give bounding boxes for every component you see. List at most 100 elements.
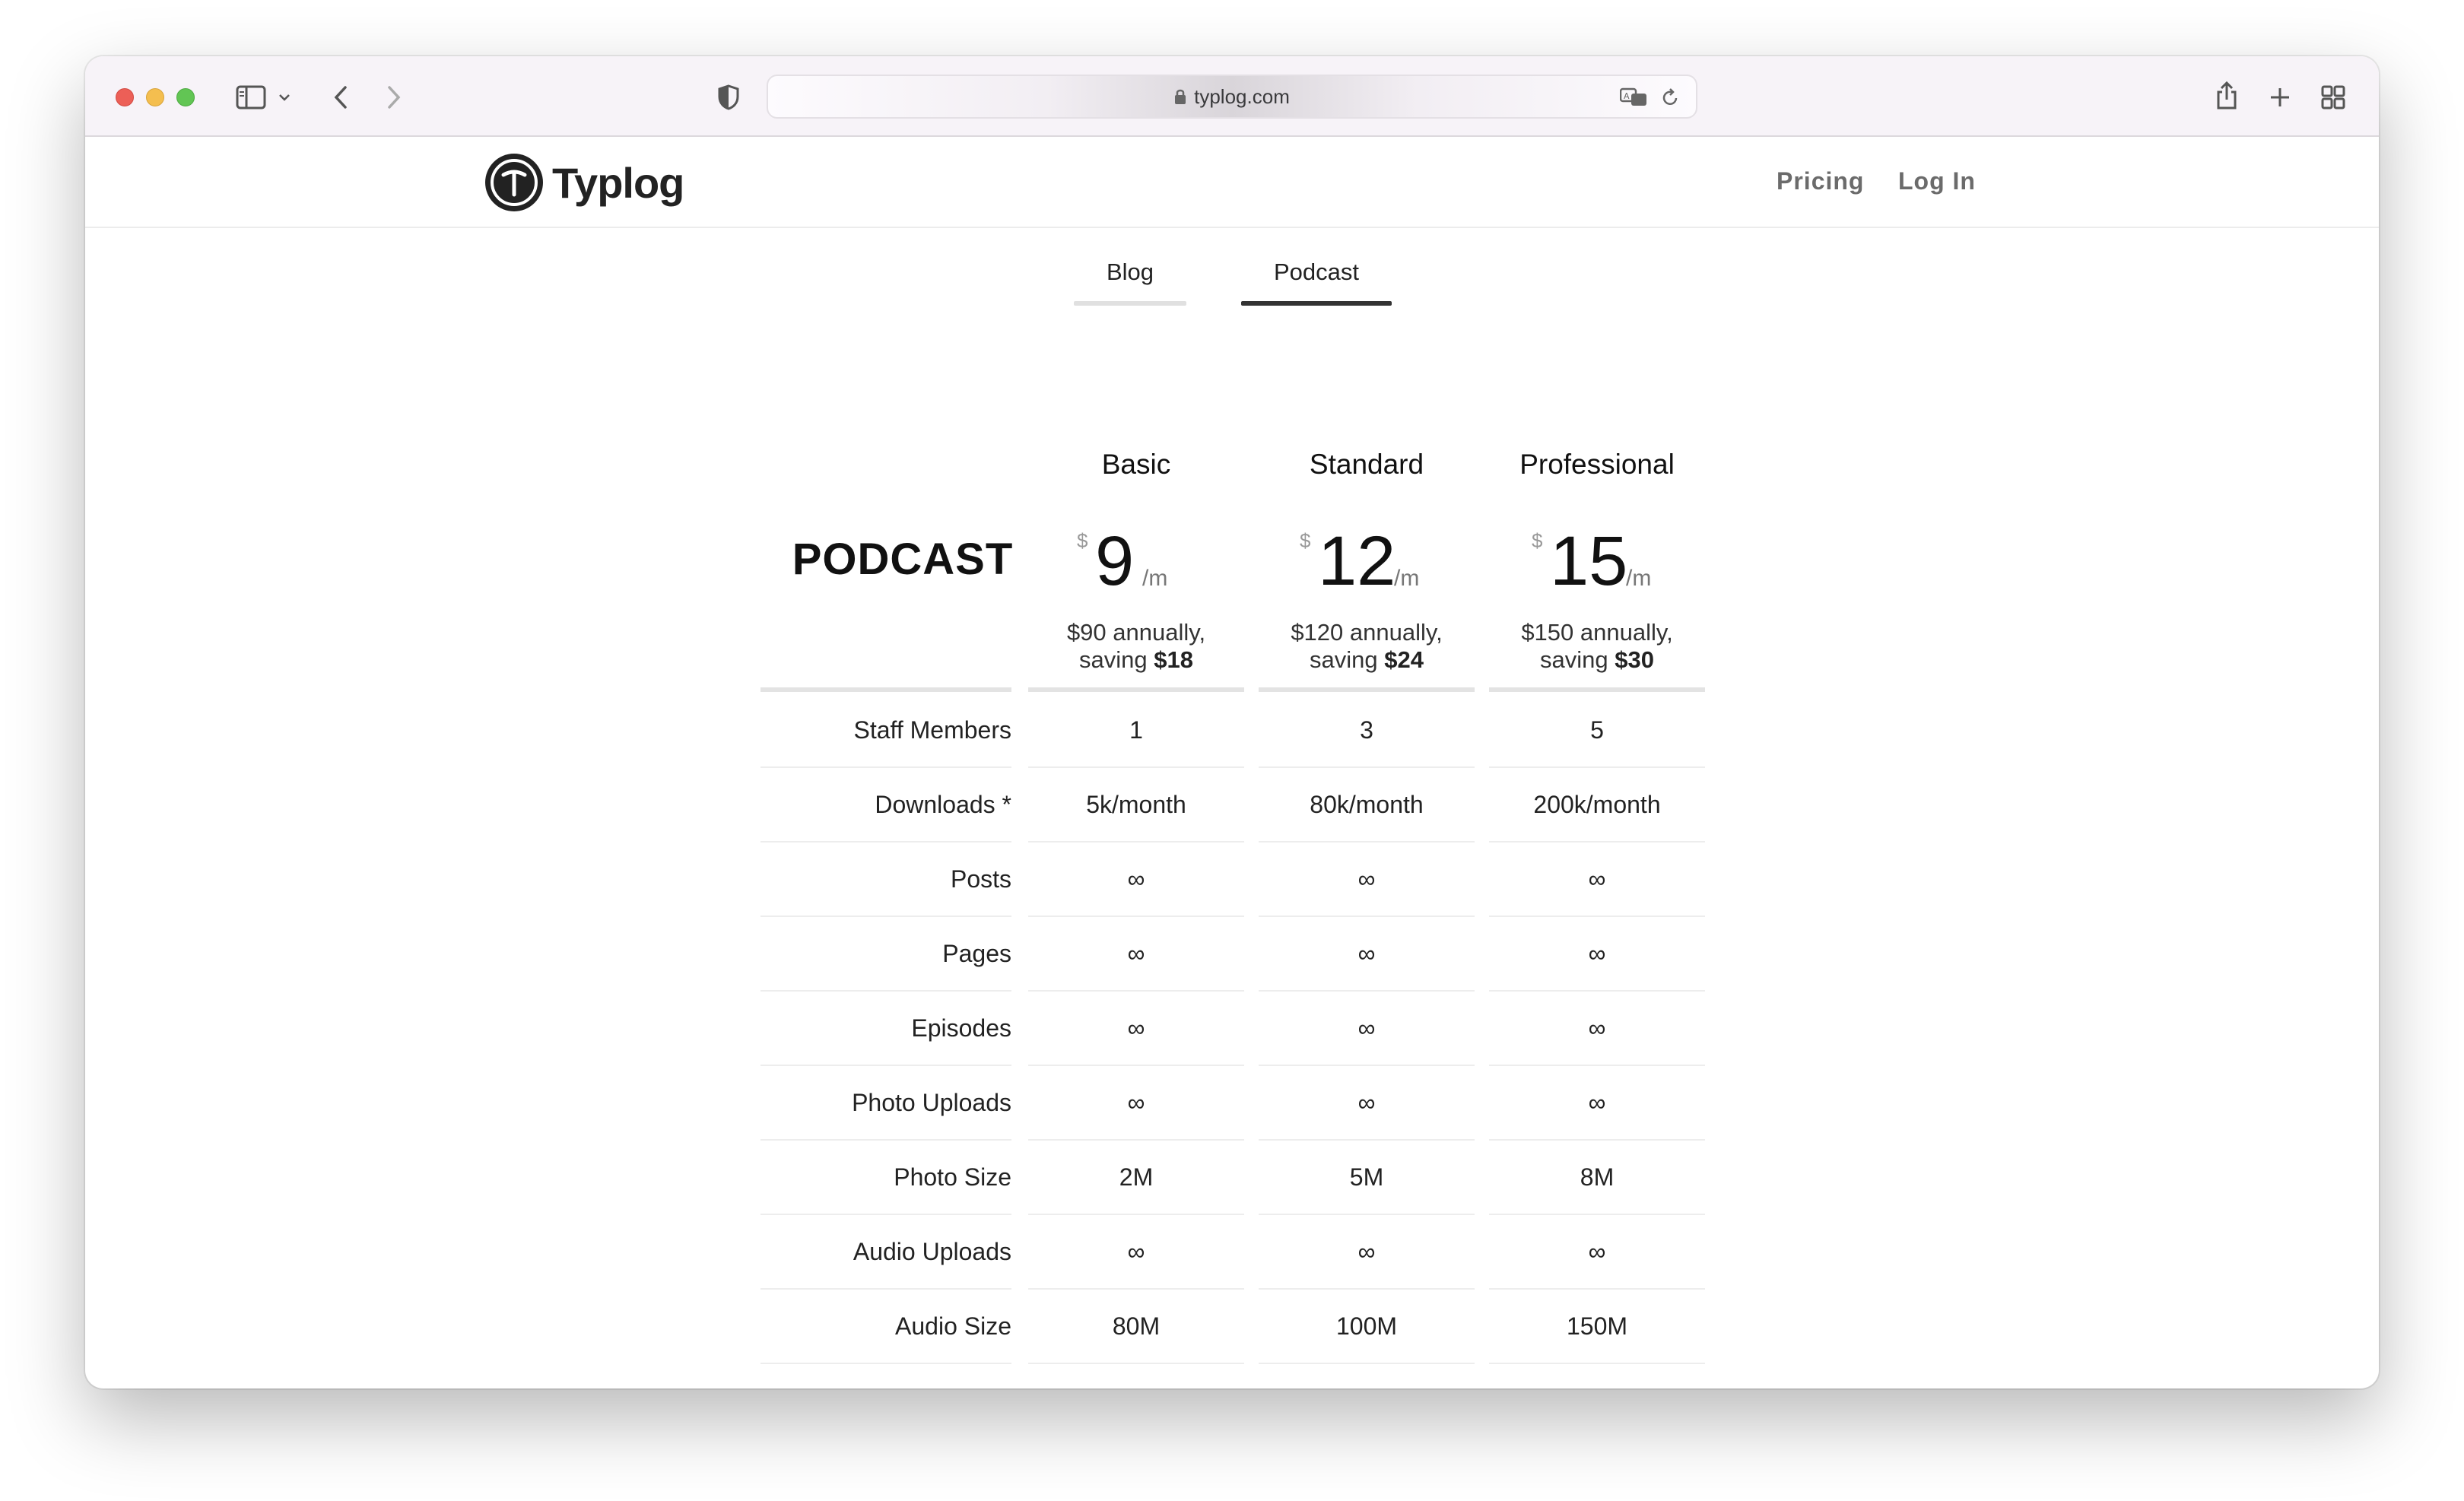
row-divider xyxy=(760,990,1011,992)
row-divider xyxy=(1259,990,1475,992)
row-divider xyxy=(1489,1214,1705,1215)
plan-name-standard: Standard xyxy=(1309,449,1424,480)
row-divider xyxy=(1489,916,1705,917)
feature-row-value: 150M xyxy=(1566,1312,1628,1340)
row-divider xyxy=(760,1288,1011,1290)
saving-amount: $18 xyxy=(1154,646,1193,673)
row-divider xyxy=(1028,766,1244,768)
tab-blog[interactable]: Blog xyxy=(1074,259,1186,306)
feature-row-value: 100M xyxy=(1335,1312,1398,1340)
annual-standard: $120 annually, saving $24 xyxy=(1259,619,1475,674)
feature-row-value: ∞ xyxy=(1357,865,1376,893)
feature-row-value: 5M xyxy=(1349,1163,1384,1191)
feature-row-value: 5k/month xyxy=(1086,791,1186,818)
feature-row-value: 3 xyxy=(1360,716,1373,744)
tab-podcast[interactable]: Podcast xyxy=(1241,259,1392,306)
translate-icon[interactable]: A xyxy=(1618,85,1649,109)
feature-row-value: ∞ xyxy=(1127,865,1145,893)
nav-login-link[interactable]: Log In xyxy=(1898,167,1976,195)
privacy-shield-icon[interactable] xyxy=(713,82,744,113)
saving-prefix: saving xyxy=(1310,646,1378,673)
feature-row-value: 200 xyxy=(1259,1387,1475,1388)
price-professional: $ 15 /m xyxy=(1489,526,1705,602)
share-icon[interactable] xyxy=(2212,78,2242,114)
forward-arrow-icon[interactable] xyxy=(379,82,409,113)
row-divider xyxy=(1489,766,1705,768)
sidebar-toggle-icon[interactable] xyxy=(234,82,268,113)
row-divider xyxy=(1028,1363,1244,1364)
tab-podcast-underline xyxy=(1241,301,1392,306)
row-divider xyxy=(760,841,1011,843)
typlog-logo-icon xyxy=(485,154,543,211)
feature-row-label: Pages xyxy=(942,940,1011,967)
row-divider xyxy=(760,766,1011,768)
saving-amount: $30 xyxy=(1615,646,1654,673)
row-divider xyxy=(1028,1065,1244,1066)
feature-row-value: ∞ xyxy=(1588,865,1606,893)
svg-text:A: A xyxy=(1624,91,1630,101)
price-basic: $ 9 /m xyxy=(1028,526,1244,602)
feature-row-value: ∞ xyxy=(1357,1014,1376,1042)
new-tab-plus-icon[interactable] xyxy=(2265,82,2295,113)
feature-row-value: ∞ xyxy=(1588,1014,1606,1042)
feature-row-value: ∞ xyxy=(1357,940,1376,967)
tab-blog-label: Blog xyxy=(1106,259,1154,285)
price-period: /m xyxy=(1626,566,1652,591)
row-divider xyxy=(1489,1363,1705,1364)
browser-toolbar: typlog.com A xyxy=(85,56,2379,137)
row-divider xyxy=(1259,1065,1475,1066)
row-divider xyxy=(1489,1139,1705,1141)
lock-icon xyxy=(1174,88,1186,105)
browser-window: typlog.com A Typlog Pricing Log In Blog … xyxy=(85,56,2379,1388)
row-divider xyxy=(1489,841,1705,843)
address-bar[interactable]: typlog.com A xyxy=(767,75,1697,119)
header-divider xyxy=(1259,687,1475,692)
currency-symbol: $ xyxy=(1077,529,1088,552)
minimize-window-button[interactable] xyxy=(146,88,164,106)
back-arrow-icon[interactable] xyxy=(325,82,356,113)
site-logo[interactable]: Typlog xyxy=(484,152,684,213)
feature-row-label: Posts xyxy=(950,865,1011,893)
feature-row-value: ∞ xyxy=(1127,940,1145,967)
row-divider xyxy=(760,1139,1011,1141)
row-divider xyxy=(1028,1139,1244,1141)
row-divider xyxy=(1259,916,1475,917)
row-divider xyxy=(1259,1214,1475,1215)
tab-blog-underline xyxy=(1074,301,1186,306)
annual-basic: $90 annually, saving $18 xyxy=(1028,619,1244,674)
close-window-button[interactable] xyxy=(116,88,134,106)
feature-row-label: Photo Size xyxy=(894,1163,1011,1191)
feature-row-value: 8M xyxy=(1580,1163,1615,1191)
chevron-down-icon[interactable] xyxy=(275,87,294,108)
pricing-section-title: PODCAST xyxy=(792,535,1014,584)
row-divider xyxy=(1259,841,1475,843)
header-divider xyxy=(760,687,1011,692)
feature-row-value: ∞ xyxy=(1357,1238,1376,1265)
feature-row-value: ∞ xyxy=(1357,1089,1376,1116)
feature-row-label: Audio Size xyxy=(895,1312,1011,1340)
tab-podcast-label: Podcast xyxy=(1273,259,1359,285)
feature-row-label: Feed Items xyxy=(760,1387,1011,1388)
saving-prefix: saving xyxy=(1079,646,1148,673)
nav-pricing-link[interactable]: Pricing xyxy=(1777,167,1864,195)
zoom-window-button[interactable] xyxy=(176,88,195,106)
row-divider xyxy=(760,1214,1011,1215)
row-divider xyxy=(1028,990,1244,992)
price-amount: 12 xyxy=(1318,522,1396,600)
row-divider xyxy=(1028,1214,1244,1215)
site-header: Typlog Pricing Log In xyxy=(85,137,2379,228)
annual-price: $90 annually, xyxy=(1066,619,1206,646)
logo-text: Typlog xyxy=(552,158,684,207)
feature-row-value: ∞ xyxy=(1127,1238,1145,1265)
feature-row-value: ∞ xyxy=(1127,1014,1145,1042)
header-divider xyxy=(1489,687,1705,692)
feature-row-label: Downloads * xyxy=(875,791,1011,818)
reload-icon[interactable] xyxy=(1658,85,1682,109)
tab-overview-icon[interactable] xyxy=(2318,82,2348,113)
saving-amount: $24 xyxy=(1384,646,1424,673)
plan-name-basic: Basic xyxy=(1101,449,1171,480)
currency-symbol: $ xyxy=(1532,529,1543,552)
price-period: /m xyxy=(1142,566,1168,591)
feature-row-value: 50 xyxy=(1028,1387,1244,1388)
row-divider xyxy=(1028,1288,1244,1290)
